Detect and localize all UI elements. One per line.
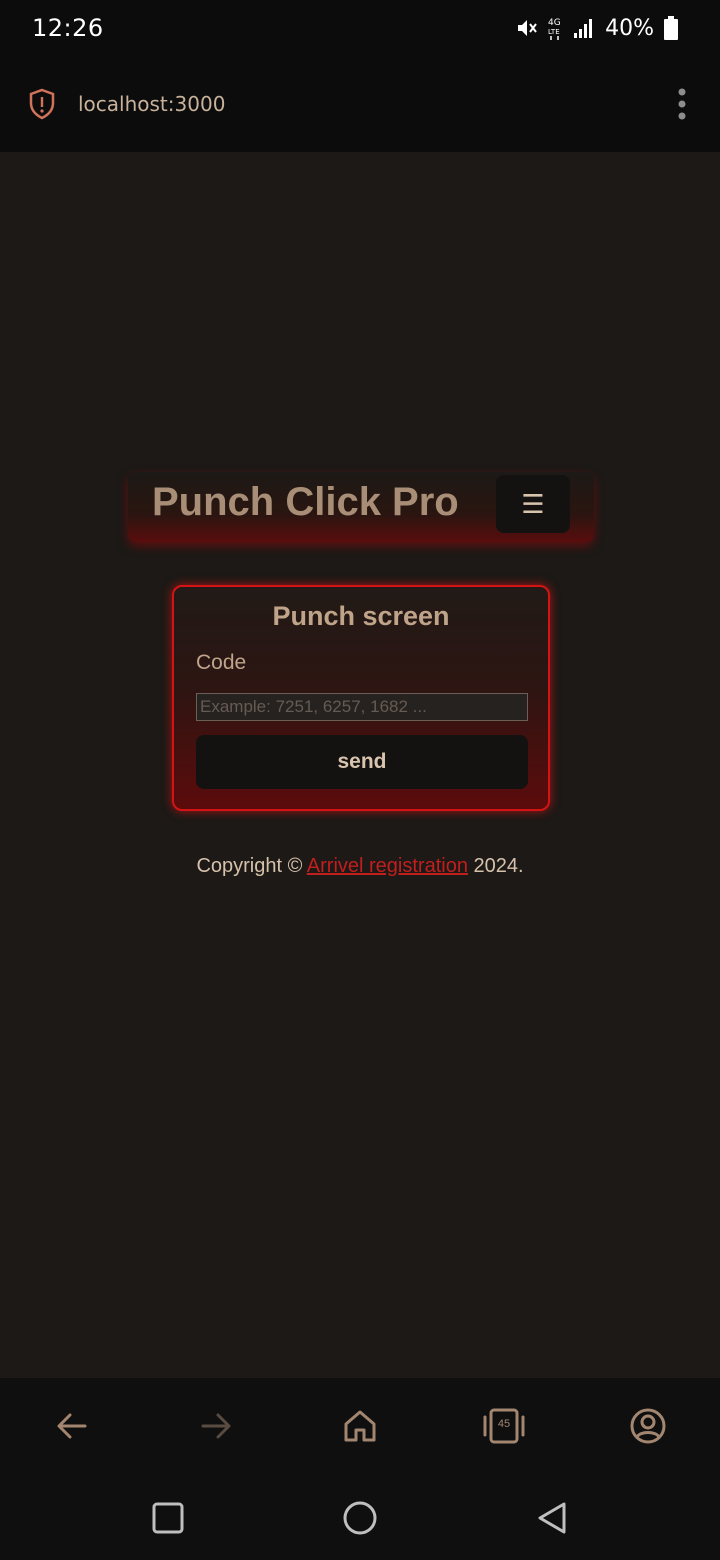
url-address[interactable]: localhost:3000 <box>78 92 225 116</box>
mute-icon <box>518 20 537 36</box>
system-navigation-bar <box>0 1474 720 1560</box>
status-icons: 4G LTE 40% <box>515 14 678 42</box>
code-label: Code <box>196 651 247 674</box>
brand-title[interactable]: Punch Click Pro <box>152 480 459 525</box>
shield-warning-icon[interactable] <box>28 88 56 120</box>
back-arrow-icon[interactable] <box>52 1406 92 1446</box>
hamburger-menu-button[interactable]: ☰ <box>496 475 570 533</box>
tab-count: 45 <box>497 1418 511 1430</box>
punch-card-title: Punch screen <box>272 601 450 631</box>
home-icon[interactable] <box>340 1406 380 1446</box>
tabs-button[interactable]: 45 <box>482 1406 526 1446</box>
svg-text:LTE: LTE <box>548 28 560 36</box>
copyright-suffix: 2024. <box>467 855 524 877</box>
browser-toolbar: 45 <box>0 1378 720 1474</box>
arrivel-registration-link[interactable]: Arrivel registration <box>307 855 468 877</box>
svg-text:4G: 4G <box>548 18 561 28</box>
punch-card: Punch screen Code send <box>172 585 550 811</box>
copyright-prefix: Copyright © <box>196 855 307 877</box>
network-4g-icon: 4G LTE <box>548 18 561 40</box>
battery-icon <box>664 16 678 40</box>
recent-apps-icon[interactable] <box>150 1500 186 1536</box>
more-options-icon[interactable] <box>676 88 688 120</box>
back-triangle-icon[interactable] <box>534 1500 570 1536</box>
app-header: Punch Click Pro ☰ <box>128 472 594 542</box>
home-circle-icon[interactable] <box>342 1500 378 1536</box>
hamburger-icon: ☰ <box>521 488 545 519</box>
signal-icon <box>574 19 593 38</box>
browser-url-bar: localhost:3000 <box>0 56 720 152</box>
copyright-footer: Copyright © Arrivel registration 2024. <box>0 855 720 878</box>
status-time: 12:26 <box>32 14 104 42</box>
send-button[interactable]: send <box>196 735 528 789</box>
account-icon[interactable] <box>628 1406 668 1446</box>
code-input[interactable] <box>196 693 528 721</box>
status-bar: 12:26 4G LTE 40% <box>0 0 720 56</box>
forward-arrow-icon[interactable] <box>196 1406 236 1446</box>
battery-percent: 40% <box>605 15 654 41</box>
page-content: Punch Click Pro ☰ Punch screen Code send… <box>0 152 720 1378</box>
